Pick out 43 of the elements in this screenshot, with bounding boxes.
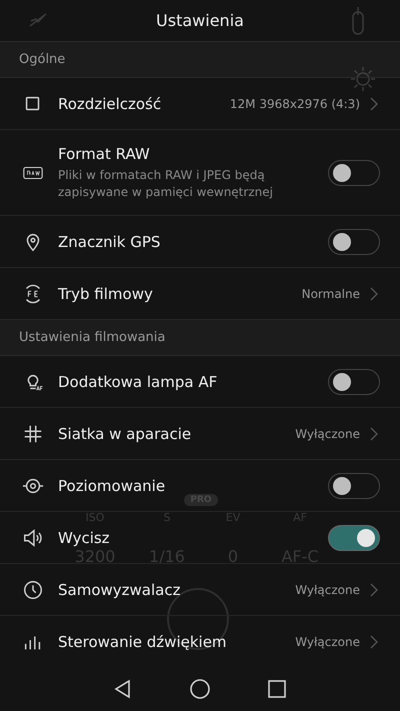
section-header: Ustawienia filmowania	[19, 330, 166, 345]
section-header: Ogólne	[19, 52, 66, 67]
setting-label: Wycisz	[58, 528, 110, 546]
setting-value: Wyłączone	[295, 635, 360, 649]
setting-label: Samowyzwalacz	[58, 580, 180, 598]
setting-label: Znacznik GPS	[58, 232, 160, 250]
setting-description: Pliki w formatach RAW i JPEG będą zapisywane w pamięci wewnętrznej	[58, 167, 274, 200]
speaker-icon	[22, 526, 44, 548]
home-icon[interactable]	[189, 678, 211, 700]
brightness-icon	[350, 66, 376, 92]
setting-row[interactable]: Siatka w aparacie Wyłączone	[0, 408, 400, 460]
setting-row[interactable]: Format RAW Pliki w formatach RAW i JPEG będą zapisywane w pamięci wewnętrznej	[0, 130, 400, 216]
setting-row[interactable]: Samowyzwalacz Wyłączone	[0, 564, 400, 616]
screen-title: Ustawienia	[156, 11, 244, 30]
toggle-switch[interactable]	[328, 160, 380, 186]
setting-value: Normalne	[302, 286, 360, 300]
setting-label: Format RAW	[58, 145, 150, 164]
toggle-switch[interactable]	[328, 368, 380, 394]
rotate-icon	[352, 6, 364, 36]
setting-row[interactable]: Rozdzielczość 12M 3968x2976 (4:3)	[0, 78, 400, 130]
chevron-icon	[370, 426, 378, 440]
setting-row[interactable]: Sterowanie dźwiękiem Wyłączone	[0, 616, 400, 668]
toggle-switch[interactable]	[328, 228, 380, 254]
chevron-icon	[370, 96, 378, 110]
setting-row[interactable]: Dodatkowa lampa AF	[0, 356, 400, 408]
chevron-icon	[370, 286, 378, 300]
recent-apps-icon[interactable]	[266, 678, 288, 700]
setting-label: Poziomowanie	[58, 476, 166, 494]
setting-value: Wyłączone	[295, 582, 360, 596]
setting-label: Tryb filmowy	[58, 284, 153, 302]
setting-label: Rozdzielczość	[58, 94, 162, 112]
setting-row[interactable]: Tryb filmowy Normalne	[0, 268, 400, 320]
setting-value: 12M 3968x2976 (4:3)	[230, 96, 360, 110]
clock-icon	[22, 578, 44, 600]
setting-row[interactable]: Znacznik GPS	[0, 216, 400, 268]
chevron-icon	[370, 582, 378, 596]
setting-value: Wyłączone	[295, 426, 360, 440]
setting-label: Sterowanie dźwiękiem	[58, 633, 227, 651]
setting-label: Dodatkowa lampa AF	[58, 372, 218, 390]
toggle-switch[interactable]	[328, 472, 380, 498]
chevron-icon	[370, 635, 378, 649]
toggle-switch[interactable]	[328, 524, 380, 550]
setting-label: Siatka w aparacie	[58, 424, 192, 442]
